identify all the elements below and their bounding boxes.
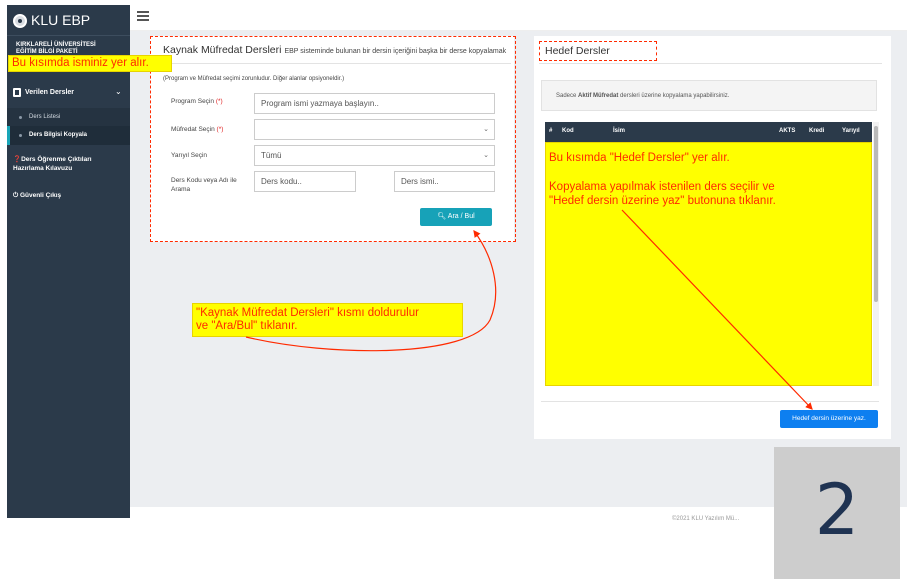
column-header: AKTS <box>779 128 796 134</box>
sidebar-item-label: Ders Listesi <box>29 114 61 120</box>
source-annotation-frame <box>150 36 516 242</box>
info-message: Sadece Aktif Müfredat dersleri üzerine k… <box>541 80 877 111</box>
target-table-header: # Kod İsim AKTS Kredi Yarıyıl <box>545 122 872 142</box>
question-circle-icon: ❓ <box>13 156 22 163</box>
bullet-icon <box>19 134 22 137</box>
sidebar-item-label: ⏻ Güvenli Çıkış <box>13 192 62 199</box>
brand-header[interactable]: KLU EBP <box>7 5 130 36</box>
source-annotation-callout: "Kaynak Müfredat Dersleri" kısmı dolduru… <box>192 303 463 337</box>
name-annotation: Bu kısımda isminiz yer alır. <box>8 55 172 72</box>
target-title-annotation-frame <box>539 41 657 61</box>
target-table-body[interactable]: Bu kısımda "Hedef Dersler" yer alır. Kop… <box>545 142 872 386</box>
sidebar-item-given-courses[interactable]: Verilen Dersler ⌄ <box>7 84 130 103</box>
column-header: Kredi <box>809 128 825 134</box>
annotation-text: Bu kısımda "Hedef Dersler" yer alır. <box>549 152 730 164</box>
divider <box>539 63 882 64</box>
sidebar-item-label: Ders Bilgisi Kopyala <box>29 132 88 138</box>
divider <box>541 401 879 402</box>
book-icon <box>13 88 21 97</box>
top-bar <box>130 5 907 31</box>
overwrite-target-course-button[interactable]: Hedef dersin üzerine yaz. <box>780 410 878 428</box>
sidebar-item-label: Verilen Dersler <box>25 89 75 96</box>
sidebar: KLU EBP KIRKLARELİ ÜNİVERSİTESİ EĞİTİM B… <box>7 5 130 518</box>
annotation-text: "Hedef dersin üzerine yaz" butonuna tıkl… <box>549 195 776 207</box>
hamburger-menu-icon[interactable] <box>137 11 149 21</box>
footer-copyright: ©2021 KLU Yazılım Mü... <box>672 516 740 522</box>
sidebar-item-label: ❓Ders Öğrenme Çıktıları Hazırlama Kılavu… <box>13 156 92 172</box>
brand-title: KLU EBP <box>31 12 91 28</box>
scrollbar-thumb[interactable] <box>874 126 878 302</box>
sidebar-item-learning-outcomes-guide[interactable]: ❓Ders Öğrenme Çıktıları Hazırlama Kılavu… <box>7 153 130 181</box>
bullet-icon <box>19 116 22 119</box>
column-header: İsim <box>613 128 626 134</box>
step-number: 2 <box>814 469 860 551</box>
sidebar-item-course-list[interactable]: Ders Listesi <box>7 108 130 126</box>
university-name: KIRKLARELİ ÜNİVERSİTESİ EĞİTİM BİLGİ PAK… <box>16 42 96 55</box>
university-logo-icon <box>13 14 27 28</box>
chevron-down-icon: ⌄ <box>115 87 122 96</box>
column-header: # <box>549 128 553 134</box>
column-header: Kod <box>562 128 574 134</box>
annotation-text: Kopyalama yapılmak istenilen ders seçili… <box>549 181 775 193</box>
sidebar-item-copy-course-info[interactable]: Ders Bilgisi Kopyala <box>7 126 130 145</box>
column-header: Yarıyıl <box>842 128 860 134</box>
sidebar-item-logout[interactable]: ⏻ Güvenli Çıkış <box>7 190 130 205</box>
power-icon: ⏻ <box>13 192 20 199</box>
step-number-badge: 2 <box>774 447 900 579</box>
